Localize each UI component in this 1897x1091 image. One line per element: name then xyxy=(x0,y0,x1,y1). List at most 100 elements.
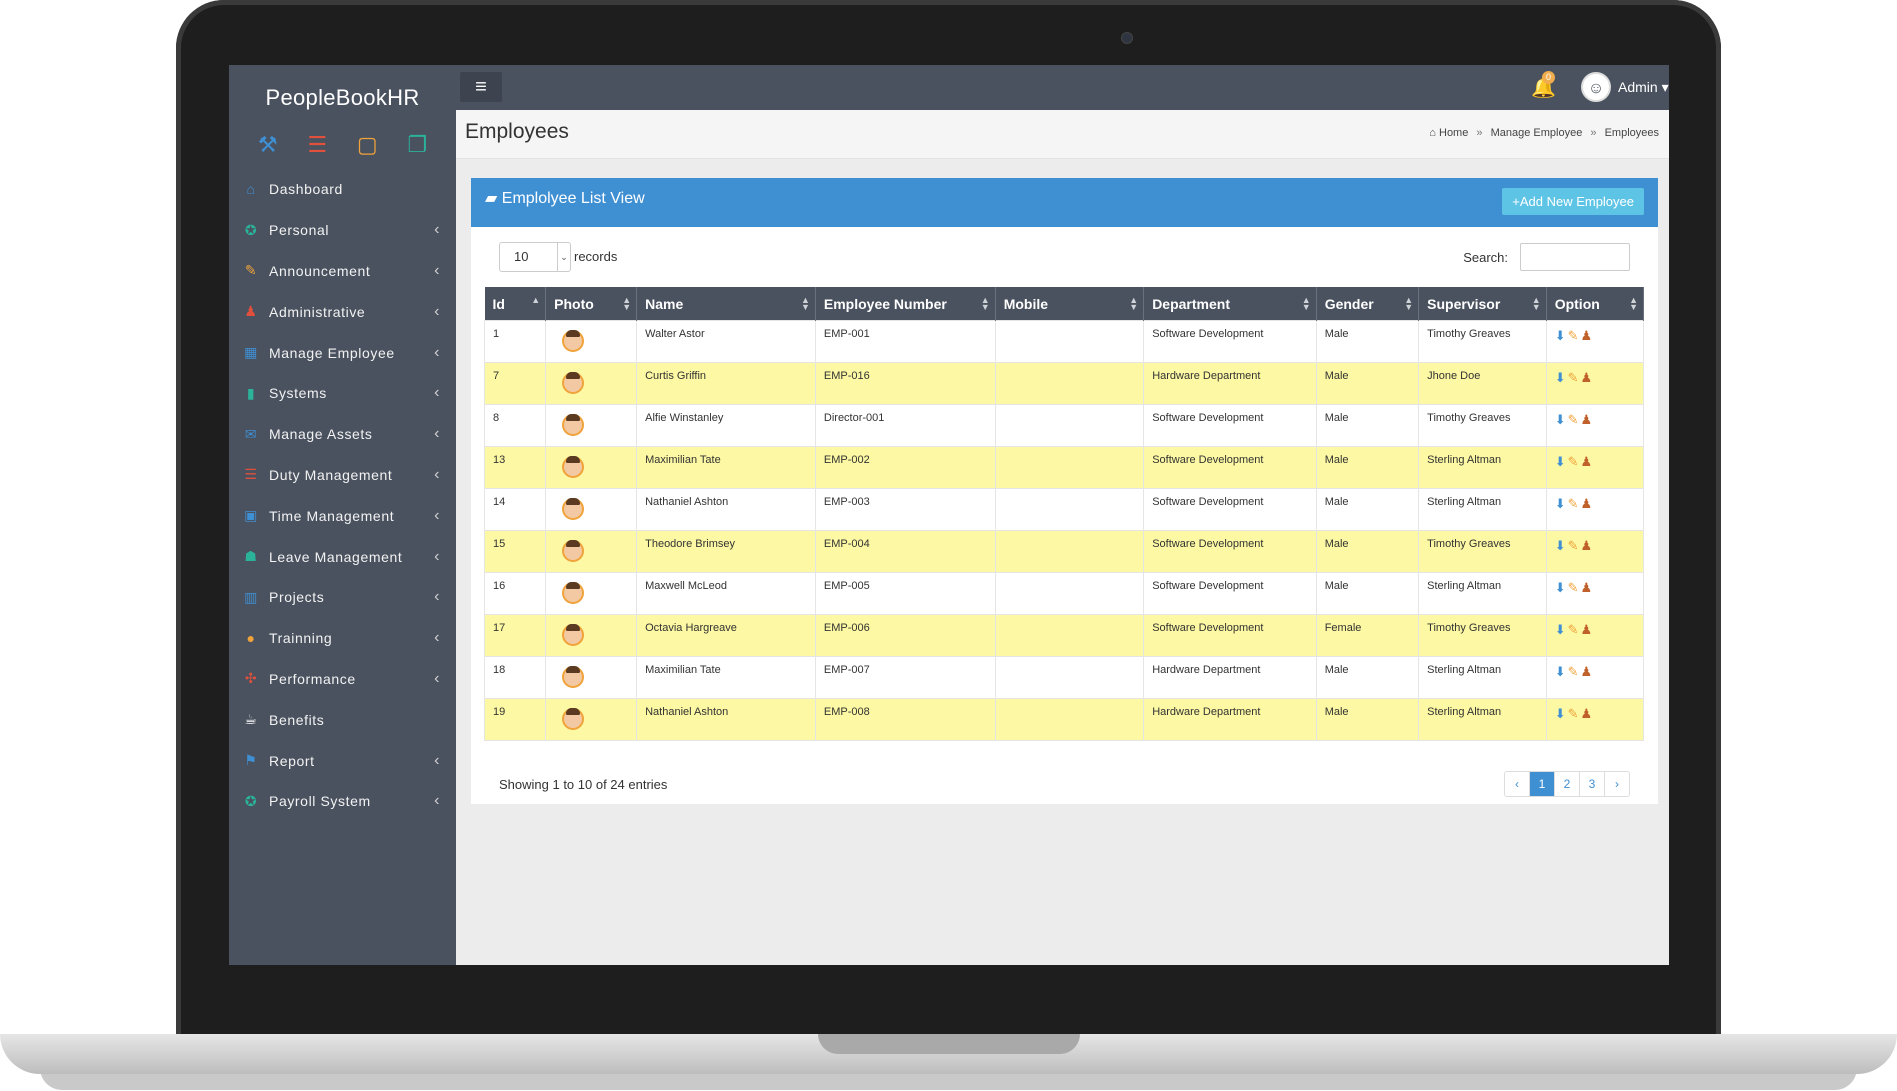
page-length-select[interactable]: 10 ⌄ xyxy=(499,242,571,272)
download-icon[interactable]: ⬇ xyxy=(1555,580,1566,595)
window-icon[interactable]: ❐ xyxy=(407,134,427,156)
search-input[interactable] xyxy=(1520,243,1630,271)
table-row[interactable]: 13 Maximilian Tate EMP-002 Software Develop… xyxy=(483,446,1645,489)
column-header-department[interactable]: Department ▲ ▼ xyxy=(1143,287,1317,321)
table-row[interactable]: 17 Octavia Hargreave EMP-006 Software Devel… xyxy=(483,614,1645,657)
sort-icon[interactable]: ▲ ▼ xyxy=(1129,296,1138,312)
edit-icon[interactable]: ✎ xyxy=(1568,622,1579,637)
edit-icon[interactable]: ✎ xyxy=(1568,538,1579,553)
sidebar-item-trainning[interactable]: ● Trainning ‹ xyxy=(229,618,456,659)
sort-icon[interactable]: ▲ xyxy=(531,296,540,305)
sidebar-item-manage-employee[interactable]: ▦ Manage Employee ‹ xyxy=(229,332,456,373)
table-row[interactable]: 19 Nathaniel Ashton EMP-008 Hardware Depart… xyxy=(483,698,1645,741)
cell-name[interactable]: Maximilian Tate xyxy=(636,656,816,699)
edit-icon[interactable]: ✎ xyxy=(1568,328,1579,343)
sidebar-item-projects[interactable]: ▥ Projects ‹ xyxy=(229,577,456,618)
user-role-icon[interactable]: ♟ xyxy=(1581,328,1593,343)
sidebar-item-report[interactable]: ⚑ Report ‹ xyxy=(229,740,456,781)
sidebar-item-payroll-system[interactable]: ✪ Payroll System ‹ xyxy=(229,781,456,822)
list-icon[interactable]: ☰ xyxy=(307,134,327,156)
download-icon[interactable]: ⬇ xyxy=(1555,664,1566,679)
sort-icon[interactable]: ▲ ▼ xyxy=(1532,296,1541,312)
pagination-prev-button[interactable]: ‹ xyxy=(1505,772,1530,796)
user-role-icon[interactable]: ♟ xyxy=(1581,622,1593,637)
sidebar-item-dashboard[interactable]: ⌂ Dashboard xyxy=(229,169,456,210)
user-role-icon[interactable]: ♟ xyxy=(1581,412,1593,427)
sidebar-item-benefits[interactable]: ☕ Benefits xyxy=(229,699,456,740)
sidebar-item-leave-management[interactable]: ☗ Leave Management ‹ xyxy=(229,536,456,577)
user-role-icon[interactable]: ♟ xyxy=(1581,370,1593,385)
column-header-supervisor[interactable]: Supervisor ▲ ▼ xyxy=(1418,287,1547,321)
edit-icon[interactable]: ✎ xyxy=(1568,454,1579,469)
brand-logo[interactable]: PeopleBookHR xyxy=(229,65,456,119)
pagination-page-2[interactable]: 2 xyxy=(1555,772,1580,796)
table-row[interactable]: 15 Theodore Brimsey EMP-004 Software Develo… xyxy=(483,530,1645,573)
download-icon[interactable]: ⬇ xyxy=(1555,370,1566,385)
sidebar-item-announcement[interactable]: ✎ Announcement ‹ xyxy=(229,251,456,292)
sort-icon[interactable]: ▲ ▼ xyxy=(1629,296,1638,312)
sort-icon[interactable]: ▲ ▼ xyxy=(981,296,990,312)
column-header-gender[interactable]: Gender ▲ ▼ xyxy=(1316,287,1420,321)
sidebar-item-manage-assets[interactable]: ✉ Manage Assets ‹ xyxy=(229,414,456,455)
user-role-icon[interactable]: ♟ xyxy=(1581,496,1593,511)
sidebar-item-administrative[interactable]: ♟ Administrative ‹ xyxy=(229,291,456,332)
user-menu[interactable]: Admin ▾ xyxy=(1618,79,1669,96)
table-row[interactable]: 18 Maximilian Tate EMP-007 Hardware Departm… xyxy=(483,656,1645,699)
user-role-icon[interactable]: ♟ xyxy=(1581,664,1593,679)
avatar[interactable]: ☺ xyxy=(1581,72,1611,102)
column-header-option[interactable]: Option ▲ ▼ xyxy=(1546,287,1645,321)
edit-icon[interactable]: ✎ xyxy=(1568,370,1579,385)
sort-icon[interactable]: ▲ ▼ xyxy=(622,296,631,312)
download-icon[interactable]: ⬇ xyxy=(1555,412,1566,427)
sidebar-item-performance[interactable]: ✣ Performance ‹ xyxy=(229,659,456,700)
sort-icon[interactable]: ▲ ▼ xyxy=(801,296,810,312)
pagination-page-3[interactable]: 3 xyxy=(1580,772,1605,796)
column-header-name[interactable]: Name ▲ ▼ xyxy=(636,287,816,321)
cell-name[interactable]: Nathaniel Ashton xyxy=(636,698,816,741)
sidebar-item-duty-management[interactable]: ☰ Duty Management ‹ xyxy=(229,455,456,496)
table-row[interactable]: 16 Maxwell McLeod EMP-005 Software Developm… xyxy=(483,572,1645,615)
table-row[interactable]: 7 Curtis Griffin EMP-016 Hardware Departmen… xyxy=(483,362,1645,405)
sidebar-item-personal[interactable]: ✪ Personal ‹ xyxy=(229,210,456,251)
download-icon[interactable]: ⬇ xyxy=(1555,328,1566,343)
square-icon[interactable]: ▢ xyxy=(357,134,378,156)
pagination-page-1[interactable]: 1 xyxy=(1530,772,1555,796)
sidebar-item-time-management[interactable]: ▣ Time Management ‹ xyxy=(229,495,456,536)
user-role-icon[interactable]: ♟ xyxy=(1581,580,1593,595)
download-icon[interactable]: ⬇ xyxy=(1555,538,1566,553)
user-role-icon[interactable]: ♟ xyxy=(1581,706,1593,721)
edit-icon[interactable]: ✎ xyxy=(1568,664,1579,679)
download-icon[interactable]: ⬇ xyxy=(1555,454,1566,469)
add-new-employee-button[interactable]: +Add New Employee xyxy=(1502,188,1644,215)
download-icon[interactable]: ⬇ xyxy=(1555,706,1566,721)
edit-icon[interactable]: ✎ xyxy=(1568,412,1579,427)
column-header-id[interactable]: Id ▲ xyxy=(484,287,547,321)
cell-name[interactable]: Walter Astor xyxy=(636,320,816,363)
pagination-next-button[interactable]: › xyxy=(1605,772,1629,796)
edit-icon[interactable]: ✎ xyxy=(1568,706,1579,721)
sort-icon[interactable]: ▲ ▼ xyxy=(1302,296,1311,312)
cell-name[interactable]: Maximilian Tate xyxy=(636,446,816,489)
cell-name[interactable]: Octavia Hargreave xyxy=(636,614,816,657)
hammer-icon[interactable]: ⚒ xyxy=(258,134,278,156)
column-header-employee-number[interactable]: Employee Number ▲ ▼ xyxy=(815,287,996,321)
sidebar-item-systems[interactable]: ▮ Systems ‹ xyxy=(229,373,456,414)
table-row[interactable]: 1 Walter Astor EMP-001 Software Development… xyxy=(483,320,1645,363)
download-icon[interactable]: ⬇ xyxy=(1555,622,1566,637)
cell-name[interactable]: Theodore Brimsey xyxy=(636,530,816,573)
breadcrumb-home[interactable]: Home xyxy=(1439,127,1468,139)
sort-icon[interactable]: ▲ ▼ xyxy=(1404,296,1413,312)
table-row[interactable]: 14 Nathaniel Ashton EMP-003 Software Develo… xyxy=(483,488,1645,531)
breadcrumb-manage-employee[interactable]: Manage Employee xyxy=(1491,127,1583,139)
cell-name[interactable]: Nathaniel Ashton xyxy=(636,488,816,531)
menu-toggle-button[interactable]: ≡ xyxy=(460,72,502,102)
cell-name[interactable]: Maxwell McLeod xyxy=(636,572,816,615)
edit-icon[interactable]: ✎ xyxy=(1568,580,1579,595)
column-header-mobile[interactable]: Mobile ▲ ▼ xyxy=(995,287,1145,321)
user-role-icon[interactable]: ♟ xyxy=(1581,454,1593,469)
user-role-icon[interactable]: ♟ xyxy=(1581,538,1593,553)
edit-icon[interactable]: ✎ xyxy=(1568,496,1579,511)
column-header-photo[interactable]: Photo ▲ ▼ xyxy=(545,287,638,321)
download-icon[interactable]: ⬇ xyxy=(1555,496,1566,511)
cell-name[interactable]: Alfie Winstanley xyxy=(636,404,816,447)
